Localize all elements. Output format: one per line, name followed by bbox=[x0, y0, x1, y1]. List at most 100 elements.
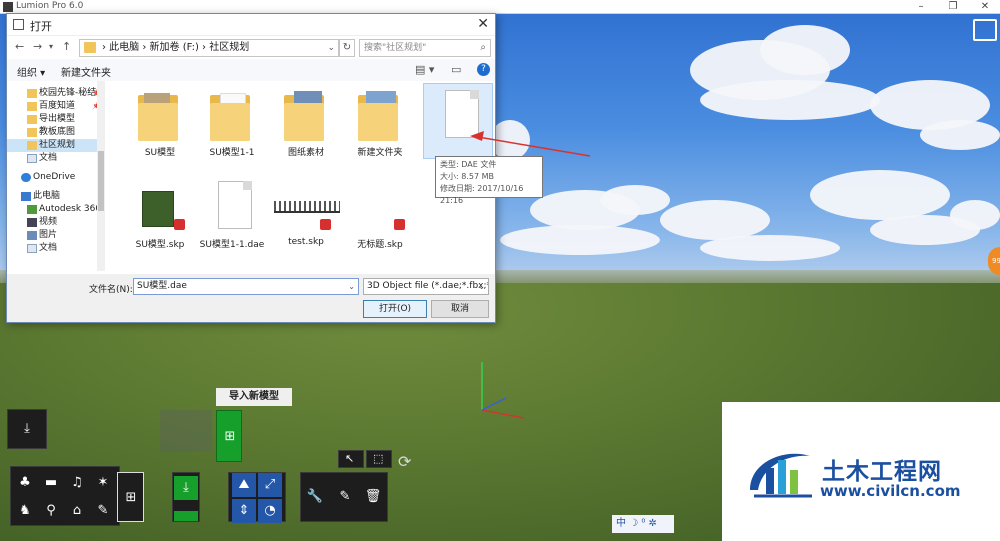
nav-item[interactable]: 导出模型 bbox=[7, 113, 105, 126]
search-placeholder: 搜索"社区规划" bbox=[364, 43, 427, 53]
nav-item[interactable]: Autodesk 360 bbox=[7, 203, 105, 216]
box-select-icon: ⬚ bbox=[373, 452, 384, 465]
view-options-icon[interactable]: ▤ ▾ bbox=[415, 63, 434, 76]
imported-models-button[interactable]: ⊞ bbox=[117, 472, 144, 522]
chevron-down-icon[interactable]: ⌄ bbox=[348, 279, 355, 294]
organize-button[interactable]: 组织 ▾ bbox=[17, 64, 45, 79]
import-menu-button[interactable]: ⤓ bbox=[7, 409, 47, 449]
file-label: SU模型 bbox=[144, 148, 176, 158]
box-select-button[interactable]: ⬚ bbox=[366, 450, 392, 468]
file-item-folder[interactable]: 新建文件夹 bbox=[345, 83, 415, 159]
fullscreen-toggle[interactable] bbox=[973, 19, 997, 41]
nav-item[interactable]: 文档 bbox=[7, 242, 105, 255]
nav-this-pc[interactable]: 此电脑 bbox=[7, 190, 105, 203]
effects-icon[interactable]: ✶ bbox=[91, 471, 115, 495]
scrollbar-thumb[interactable] bbox=[98, 151, 104, 211]
watermark-title: 土木工程网 bbox=[822, 459, 942, 485]
back-arrow-icon[interactable]: ← bbox=[15, 40, 24, 53]
select-mode-button[interactable]: ↖ bbox=[338, 450, 364, 468]
dialog-close-icon[interactable]: ✕ bbox=[477, 16, 489, 32]
chevron-down-icon[interactable]: ⌄ bbox=[327, 40, 335, 56]
nav-item[interactable]: 百度知道📌 bbox=[7, 100, 105, 113]
refresh-icon[interactable]: ⟳ bbox=[398, 452, 418, 472]
download-icon[interactable]: ⤓ bbox=[174, 476, 198, 500]
music-icon[interactable]: ♫ bbox=[65, 471, 89, 495]
nav-item[interactable]: 视频 bbox=[7, 216, 105, 229]
preview-pane-icon[interactable]: ▭ bbox=[451, 63, 461, 76]
filetype-value: 3D Object file (*.dae;*.fbx;*.s bbox=[367, 281, 489, 291]
filename-input[interactable]: SU模型.dae ⌄ bbox=[133, 278, 359, 295]
nav-item[interactable]: 教板底图 bbox=[7, 126, 105, 139]
folder-icon bbox=[84, 42, 96, 53]
nav-item[interactable]: 文档 bbox=[7, 152, 105, 165]
breadcrumb[interactable]: › 此电脑 › 新加卷 (F:) › 社区规划 bbox=[102, 42, 249, 53]
trash-icon[interactable]: 🗑 bbox=[361, 485, 385, 509]
nav-item-selected[interactable]: 社区规划 bbox=[7, 139, 105, 152]
help-icon[interactable]: ? bbox=[477, 63, 490, 76]
file-item-dae-hovered[interactable] bbox=[423, 83, 493, 159]
maximize-icon[interactable]: ❐ bbox=[938, 0, 968, 14]
file-item-skp[interactable]: SU模型.skp bbox=[125, 175, 195, 251]
pencil-icon[interactable]: ✎ bbox=[333, 485, 357, 509]
search-icon[interactable]: ⌕ bbox=[480, 40, 486, 56]
chevron-down-icon[interactable]: ⌄ bbox=[478, 279, 485, 294]
rotate-icon[interactable]: ◔ bbox=[258, 499, 282, 523]
cursor-icon: ↖ bbox=[345, 452, 355, 465]
document-icon bbox=[27, 154, 37, 163]
status-bar[interactable]: 中 ☽ ⁰ ✲ bbox=[612, 515, 674, 533]
cloud-icon bbox=[21, 173, 31, 182]
file-label: test.skp bbox=[288, 237, 324, 247]
file-item-folder[interactable]: SU模型1-1 bbox=[197, 83, 267, 159]
navigation-pane: 校园先锋-秘结📌 百度知道📌 导出模型 教板底图 社区规划 文档 OneDriv… bbox=[7, 81, 105, 271]
file-document-icon bbox=[210, 181, 254, 233]
nav-item-label: OneDrive bbox=[33, 172, 76, 182]
import-model-icon: ⊞ bbox=[125, 490, 137, 505]
search-input[interactable]: 搜索"社区规划" ⌕ bbox=[359, 39, 491, 57]
document-icon bbox=[27, 244, 37, 253]
walking-icon[interactable]: ⚲ bbox=[39, 499, 63, 523]
mountain-icon[interactable]: ⛰ bbox=[232, 473, 256, 497]
address-row: ← → ▾ ↑ › 此电脑 › 新加卷 (F:) › 社区规划 ⌄ ↻ 搜索"社… bbox=[7, 37, 495, 59]
recent-dropdown-icon[interactable]: ▾ bbox=[49, 42, 53, 51]
folder-icon bbox=[27, 128, 37, 137]
nav-item[interactable]: 图片 bbox=[7, 229, 105, 242]
nav-scrollbar[interactable] bbox=[97, 81, 105, 271]
import-new-model-button[interactable]: ⊞ bbox=[216, 410, 242, 462]
nav-item-label: Autodesk 360 bbox=[39, 204, 102, 214]
new-folder-button[interactable]: 新建文件夹 bbox=[61, 64, 111, 79]
nav-item[interactable]: 校园先锋-秘结📌 bbox=[7, 87, 105, 100]
skp-thumbnail-icon bbox=[358, 181, 405, 233]
file-item-folder[interactable]: 图纸素材 bbox=[271, 83, 341, 159]
file-item-skp[interactable]: test.skp bbox=[271, 175, 341, 251]
up-arrow-icon[interactable]: ↑ bbox=[62, 40, 71, 53]
close-icon[interactable]: ✕ bbox=[970, 0, 1000, 14]
house-icon[interactable]: ⌂ bbox=[65, 499, 89, 523]
tooltip-size: 大小: 8.57 MB bbox=[440, 172, 494, 181]
cancel-button[interactable]: 取消 bbox=[431, 300, 489, 318]
tools-icon[interactable]: ✎ bbox=[91, 499, 115, 523]
skp-thumbnail-icon bbox=[274, 181, 340, 233]
app-titlebar: Lumion Pro 6.0 – ❐ ✕ bbox=[0, 0, 1000, 14]
nav-item-label: 百度知道 bbox=[39, 101, 76, 111]
nav-onedrive[interactable]: OneDrive bbox=[7, 171, 105, 184]
tree-icon[interactable]: ♣ bbox=[13, 471, 37, 495]
minimize-icon[interactable]: – bbox=[906, 0, 936, 14]
address-bar[interactable]: › 此电脑 › 新加卷 (F:) › 社区规划 ⌄ bbox=[79, 39, 339, 57]
refresh-icon[interactable]: ↻ bbox=[339, 39, 355, 57]
car-icon[interactable]: ▬ bbox=[39, 471, 63, 495]
nav-item-label: 文档 bbox=[39, 243, 58, 253]
nav-item-label: 视频 bbox=[39, 217, 58, 227]
person-icon[interactable]: ♞ bbox=[13, 499, 37, 523]
height-icon[interactable]: ⇕ bbox=[232, 499, 256, 523]
forward-arrow-icon[interactable]: → bbox=[33, 40, 42, 53]
skp-thumbnail-icon bbox=[138, 181, 185, 233]
resize-icon[interactable]: ⤢ bbox=[258, 473, 282, 497]
file-item-skp[interactable]: 无标题.skp bbox=[345, 175, 415, 251]
dialog-footer: 文件名(N): SU模型.dae ⌄ 3D Object file (*.dae… bbox=[7, 274, 495, 322]
filetype-select[interactable]: 3D Object file (*.dae;*.fbx;*.s ⌄ bbox=[363, 278, 489, 295]
file-item-folder[interactable]: SU模型 bbox=[125, 83, 195, 159]
dialog-toolbar: 组织 ▾ 新建文件夹 ▤ ▾ ▭ ? bbox=[7, 59, 495, 81]
wrench-icon[interactable]: 🔧 bbox=[303, 485, 327, 509]
file-item-dae[interactable]: SU模型1-1.dae bbox=[197, 175, 267, 251]
open-button[interactable]: 打开(O) bbox=[363, 300, 427, 318]
